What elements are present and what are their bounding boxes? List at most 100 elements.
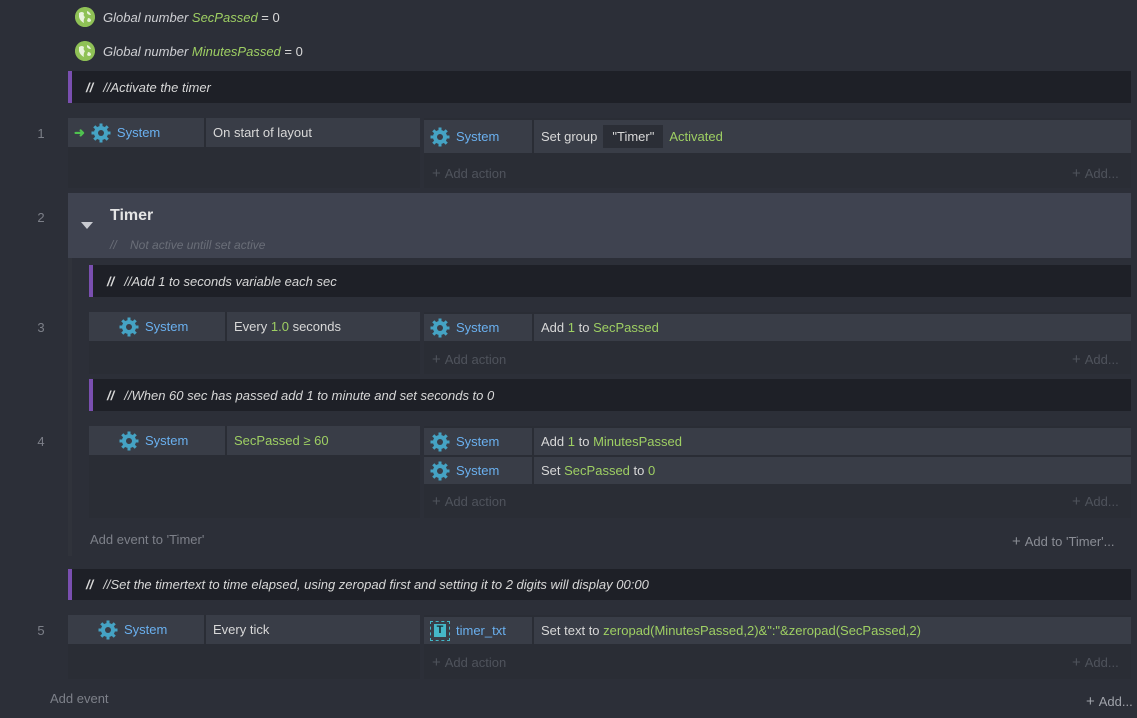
- add-action-label: Add action: [444, 165, 507, 181]
- event-5-condition-object[interactable]: System: [68, 615, 204, 644]
- event-5-action-text[interactable]: Set text to zeropad(MinutesPassed,2)&":"…: [534, 617, 1131, 644]
- gear-icon: [430, 461, 450, 480]
- event-5-action-object[interactable]: T timer_txt: [424, 617, 532, 644]
- event-3-action-object[interactable]: System: [424, 314, 532, 341]
- action-variable: SecPassed: [564, 463, 630, 478]
- event-4-action-1-object[interactable]: System: [424, 428, 532, 455]
- action-variable: MinutesPassed: [593, 434, 682, 449]
- condition-text-post: seconds: [292, 319, 341, 334]
- event-number: 3: [37, 320, 45, 335]
- action-value: Activated: [669, 129, 723, 144]
- object-name: System: [456, 320, 500, 335]
- plus-icon: +: [1072, 653, 1081, 671]
- event-4-action-2-object[interactable]: System: [424, 457, 532, 484]
- add-link[interactable]: + Add...: [1072, 164, 1119, 182]
- comment-icon: //: [107, 273, 115, 289]
- gear-icon: [119, 317, 139, 336]
- event-number: 4: [37, 434, 45, 449]
- event-3-condition-text[interactable]: Every 1.0 seconds: [227, 312, 420, 341]
- comment-icon: //: [86, 577, 94, 592]
- action-param[interactable]: "Timer": [603, 125, 664, 148]
- plus-icon: +: [432, 350, 441, 368]
- action-text: Set text to: [541, 623, 600, 638]
- comment-when-60[interactable]: // //When 60 sec has passed add 1 to minu…: [89, 379, 1131, 411]
- add-to-group-link[interactable]: + Add to 'Timer'...: [1012, 533, 1115, 550]
- plus-icon: +: [1072, 164, 1081, 182]
- object-name: System: [124, 622, 168, 637]
- group-desc-prefix: //: [110, 238, 117, 252]
- event-1-action-object[interactable]: System: [424, 120, 532, 153]
- plus-icon: +: [1072, 492, 1081, 510]
- event-1-condition-object[interactable]: ➜ System: [68, 118, 204, 147]
- event-number: 1: [37, 126, 45, 141]
- action-value: 0: [648, 463, 656, 478]
- event-4-action-1-text[interactable]: Add 1 to MinutesPassed: [534, 428, 1131, 455]
- event-3-condition-object[interactable]: System: [89, 312, 225, 341]
- condition-text: On start of layout: [213, 125, 312, 140]
- action-value: 1: [567, 434, 575, 449]
- object-name: System: [145, 319, 189, 334]
- event-1-action-text[interactable]: Set group "Timer" Activated: [534, 120, 1131, 153]
- comment-timertext[interactable]: // //Set the timertext to time elapsed, u…: [68, 569, 1131, 600]
- comment-text: //Set the timertext to time elapsed, usi…: [103, 577, 649, 592]
- comment-icon: //: [86, 79, 94, 95]
- event-1-condition-text[interactable]: On start of layout: [206, 118, 420, 147]
- add-link-bottom[interactable]: + Add...: [1086, 693, 1133, 710]
- plus-icon: +: [1086, 693, 1095, 710]
- action-text: Add: [541, 320, 565, 335]
- global-value: = 0: [261, 9, 280, 25]
- event-3-action-text[interactable]: Add 1 to SecPassed: [534, 314, 1131, 341]
- comment-add-sec[interactable]: // //Add 1 to seconds variable each sec: [89, 265, 1131, 297]
- plus-icon: +: [432, 653, 441, 671]
- object-name: System: [456, 463, 500, 478]
- comment-text: //Activate the timer: [103, 79, 211, 95]
- gear-icon: [430, 432, 450, 451]
- condition-value: 1.0: [270, 319, 289, 334]
- add-action-link[interactable]: + Add action: [432, 653, 506, 671]
- global-var-minutespassed[interactable]: Global number MinutesPassed = 0: [75, 40, 303, 62]
- plus-icon: +: [1072, 350, 1081, 368]
- event-4-condition-text[interactable]: SecPassed ≥ 60: [227, 426, 420, 455]
- collapse-triangle-icon[interactable]: [81, 222, 93, 229]
- add-event-to-group-link[interactable]: Add event to 'Timer': [90, 532, 204, 547]
- add-link[interactable]: + Add...: [1072, 653, 1119, 671]
- event-4-action-2-text[interactable]: Set SecPassed to 0: [534, 457, 1131, 484]
- add-action-link[interactable]: + Add action: [432, 492, 506, 510]
- add-label: Add...: [1084, 654, 1119, 670]
- global-kind: Global number: [103, 43, 189, 59]
- group-indent-bar: [68, 258, 72, 556]
- add-action-link[interactable]: + Add action: [432, 164, 507, 182]
- comment-activate[interactable]: // //Activate the timer: [68, 71, 1131, 103]
- global-kind: Global number: [103, 9, 189, 25]
- group-title: Timer: [110, 207, 154, 224]
- add-link[interactable]: + Add...: [1072, 350, 1119, 368]
- object-name: System: [145, 433, 189, 448]
- comment-text: //Add 1 to seconds variable each sec: [124, 273, 337, 289]
- add-event-link[interactable]: Add event: [50, 691, 109, 706]
- gear-icon: [119, 431, 139, 450]
- object-name: System: [116, 125, 161, 140]
- global-var-secpassed[interactable]: Global number SecPassed = 0: [75, 6, 280, 28]
- plus-icon: +: [432, 164, 441, 182]
- add-label: Add...: [1084, 351, 1119, 367]
- object-name: System: [456, 434, 500, 449]
- global-name: MinutesPassed: [191, 43, 281, 59]
- global-value: = 0: [284, 43, 303, 59]
- event-sheet: { "globals": [ {"kind": "Global number",…: [0, 0, 1137, 718]
- add-link[interactable]: + Add...: [1072, 492, 1119, 510]
- event-number: 5: [37, 623, 45, 638]
- global-name: SecPassed: [191, 9, 258, 25]
- event-4-condition-object[interactable]: System: [89, 426, 225, 455]
- event-number: 2: [37, 210, 45, 225]
- action-variable: SecPassed: [593, 320, 659, 335]
- gear-icon: [91, 123, 111, 142]
- action-text: Set: [541, 463, 561, 478]
- plus-icon: +: [432, 492, 441, 510]
- condition-text: SecPassed ≥ 60: [234, 433, 329, 448]
- event-5-condition-text[interactable]: Every tick: [206, 615, 420, 644]
- group-description: // Not active untill set active: [110, 238, 265, 252]
- gear-icon: [430, 127, 450, 146]
- comment-text: //When 60 sec has passed add 1 to minute…: [124, 387, 495, 403]
- add-action-link[interactable]: + Add action: [432, 350, 506, 368]
- globe-icon: [75, 41, 95, 61]
